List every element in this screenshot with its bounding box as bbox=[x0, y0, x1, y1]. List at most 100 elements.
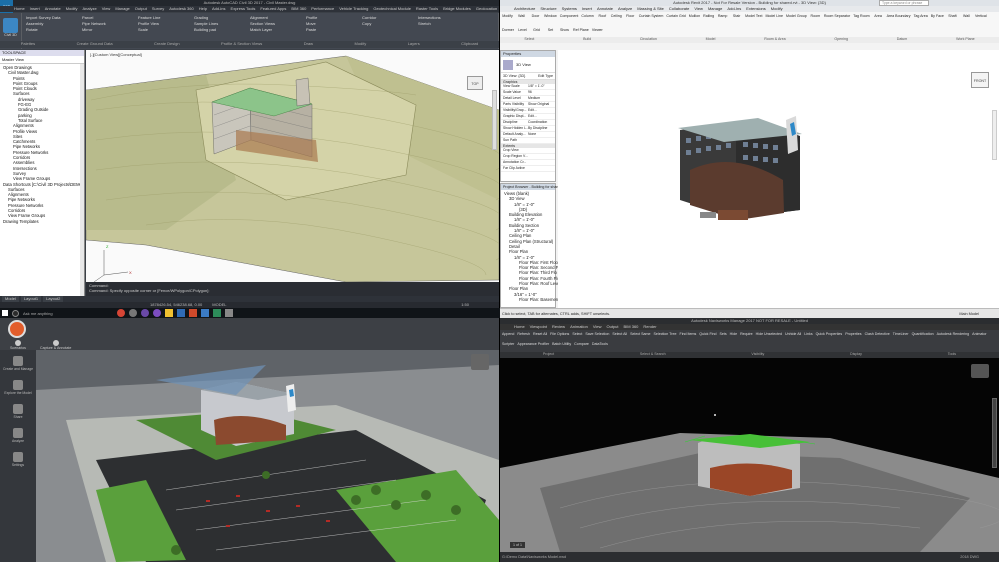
ribbon-button[interactable]: Room Separator bbox=[824, 14, 850, 27]
property-value[interactable]: By Discipline bbox=[528, 126, 555, 131]
ribbon-tab[interactable]: Help bbox=[199, 6, 207, 12]
ribbon-button[interactable]: Wall bbox=[516, 14, 527, 27]
infraworks-viewport[interactable] bbox=[36, 350, 499, 562]
ribbon-tab[interactable]: Autodesk 360 bbox=[169, 6, 193, 12]
ribbon-button[interactable]: Select bbox=[572, 332, 582, 341]
start-icon[interactable] bbox=[2, 310, 8, 316]
ribbon-button[interactable]: Ramp bbox=[717, 14, 728, 27]
sidebar-item[interactable]: Explore the Model bbox=[4, 380, 32, 395]
navisworks-viewcube[interactable] bbox=[971, 364, 989, 378]
ribbon-button[interactable]: Ceiling bbox=[611, 14, 622, 27]
property-value[interactable]: Coordination bbox=[528, 120, 555, 125]
ribbon-button[interactable]: Sets bbox=[719, 332, 726, 341]
sidebar-item[interactable]: Create and Manage bbox=[3, 356, 33, 371]
property-value[interactable]: 96 bbox=[528, 90, 555, 95]
property-value[interactable]: Edit... bbox=[528, 108, 555, 113]
app-icon-infraworks[interactable] bbox=[213, 309, 221, 317]
ribbon-tab[interactable]: Survey bbox=[152, 6, 164, 12]
property-value[interactable]: Edit... bbox=[528, 114, 555, 119]
ribbon-button[interactable]: Refresh bbox=[517, 332, 530, 341]
tree-node[interactable]: Drawing Templates bbox=[1, 219, 83, 224]
ribbon-button[interactable]: Hide Unselected bbox=[756, 332, 782, 341]
ribbon-button[interactable]: Area bbox=[873, 14, 884, 27]
ribbon-tab[interactable]: Geolocation bbox=[476, 6, 497, 12]
ribbon-button[interactable]: Model Group bbox=[786, 14, 807, 27]
ribbon-tab[interactable]: Featured Apps bbox=[260, 6, 286, 12]
app-icon-powerpoint[interactable] bbox=[189, 309, 197, 317]
ribbon-button[interactable]: Window bbox=[544, 14, 557, 27]
ribbon-button[interactable]: Batch Utility bbox=[552, 342, 571, 351]
ribbon-button[interactable]: Save Selection bbox=[585, 332, 609, 341]
page-navigator[interactable]: 1 of 1 bbox=[510, 542, 525, 548]
ribbon-button[interactable]: Shaft bbox=[947, 14, 958, 27]
ribbon-button[interactable]: Modify bbox=[502, 14, 513, 27]
navigation-bar[interactable] bbox=[492, 90, 497, 150]
ribbon-button[interactable]: Mirror bbox=[82, 27, 134, 33]
ribbon-tab[interactable]: Express Tools bbox=[231, 6, 256, 12]
ribbon-button[interactable]: Paste bbox=[306, 27, 358, 33]
browser-node[interactable]: Floor Plan: Basement bbox=[502, 297, 559, 302]
ribbon-button[interactable]: Properties bbox=[845, 332, 861, 341]
ribbon-tab[interactable]: View bbox=[102, 6, 111, 12]
ribbon-button[interactable]: Stretch bbox=[418, 21, 470, 27]
sidebar-item[interactable]: Share bbox=[13, 404, 23, 419]
ribbon-tab[interactable]: Performance bbox=[311, 6, 334, 12]
cortana-icon[interactable] bbox=[12, 309, 19, 317]
ribbon-button[interactable]: Copy bbox=[362, 21, 414, 27]
ribbon-button[interactable]: Scripter bbox=[502, 342, 514, 351]
property-value[interactable]: 1/8" = 1'-0" bbox=[528, 84, 555, 89]
master-view-select[interactable]: Master View bbox=[0, 56, 84, 64]
property-value[interactable]: Medium bbox=[528, 96, 555, 101]
ribbon-button[interactable]: Quick Find bbox=[699, 332, 716, 341]
viewport-controls[interactable]: [-][Custom View][Conceptual] bbox=[90, 52, 142, 57]
ribbon-button[interactable]: Append bbox=[502, 332, 514, 341]
ribbon-button[interactable]: Match Layer bbox=[250, 27, 302, 33]
ribbon-tab[interactable]: Geotechnical Module bbox=[373, 6, 411, 12]
type-selector[interactable]: 3D View bbox=[501, 57, 555, 73]
extent-row[interactable]: Far Clip Active bbox=[501, 166, 555, 172]
ribbon-button[interactable]: Building pad bbox=[194, 27, 246, 33]
ribbon-button[interactable]: Scale bbox=[138, 27, 190, 33]
navisworks-navigation-bar[interactable] bbox=[992, 398, 997, 468]
ribbon-button[interactable]: Require bbox=[740, 332, 753, 341]
view-selector[interactable]: 3D View: {3D} bbox=[503, 74, 525, 78]
app-icon-generic[interactable] bbox=[129, 309, 137, 317]
property-value[interactable] bbox=[528, 138, 555, 143]
infraworks-logo[interactable] bbox=[8, 320, 26, 338]
revit-navigation-bar[interactable] bbox=[992, 110, 997, 160]
ribbon-button[interactable]: Area Boundary bbox=[887, 14, 911, 27]
ribbon-button[interactable]: By Face bbox=[931, 14, 944, 27]
ribbon-tab[interactable]: BIM 360 bbox=[291, 6, 306, 12]
ribbon-button[interactable]: Hide bbox=[730, 332, 737, 341]
ribbon-button[interactable]: Railing bbox=[703, 14, 714, 27]
property-value[interactable]: None bbox=[528, 132, 555, 137]
app-icon-teams[interactable] bbox=[141, 309, 149, 317]
infraworks-tool[interactable]: Scenarios bbox=[10, 340, 26, 350]
edit-type-button[interactable]: Edit Type bbox=[538, 74, 553, 78]
revit-viewcube[interactable]: FRONT bbox=[971, 72, 989, 88]
ribbon-button[interactable]: Selection Tree bbox=[654, 332, 677, 341]
revit-3d-viewport[interactable]: FRONT bbox=[558, 50, 999, 308]
ribbon-button[interactable]: Floor bbox=[625, 14, 636, 27]
ribbon-button[interactable]: Reset All bbox=[533, 332, 547, 341]
ribbon-button[interactable]: Animator bbox=[972, 332, 986, 341]
ribbon-button[interactable]: Rotate bbox=[26, 27, 78, 33]
ribbon-button[interactable]: File Options bbox=[550, 332, 569, 341]
ribbon-button[interactable]: Wall bbox=[961, 14, 972, 27]
ribbon-button[interactable]: Select Same bbox=[630, 332, 650, 341]
ribbon-tab[interactable]: Bridge Modules bbox=[443, 6, 471, 12]
ribbon-button[interactable]: Select All bbox=[612, 332, 627, 341]
ribbon-button[interactable]: Door bbox=[530, 14, 541, 27]
ribbon-button[interactable]: Column bbox=[581, 14, 593, 27]
app-icon-navisworks[interactable] bbox=[225, 309, 233, 317]
ribbon-tab[interactable]: Modify bbox=[66, 6, 78, 12]
command-line[interactable]: Command: Command: Specify opposite corne… bbox=[86, 282, 499, 296]
viewcube[interactable]: TOP bbox=[467, 76, 483, 90]
app-icon-explorer[interactable] bbox=[165, 309, 173, 317]
ribbon-button[interactable]: Roof bbox=[597, 14, 608, 27]
infraworks-viewcube[interactable] bbox=[471, 354, 489, 370]
ribbon-button[interactable]: TimeLiner bbox=[893, 332, 909, 341]
ribbon-button[interactable]: Quick Properties bbox=[816, 332, 843, 341]
ribbon-tab[interactable]: Home bbox=[14, 6, 25, 12]
ribbon-button[interactable]: Quantification bbox=[912, 332, 934, 341]
